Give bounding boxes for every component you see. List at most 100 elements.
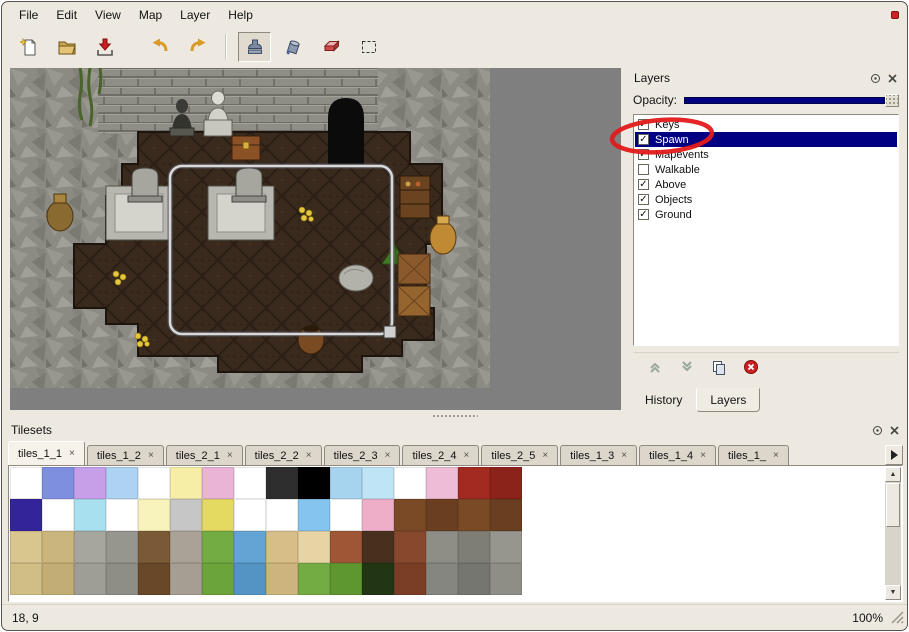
tileset-tab-tiles_1_3[interactable]: tiles_1_3× <box>560 445 637 465</box>
tab-close-icon[interactable]: × <box>621 451 627 461</box>
scrollbar-thumb[interactable] <box>886 483 900 527</box>
tileset-tile[interactable] <box>170 531 202 563</box>
tileset-tile[interactable] <box>74 499 106 531</box>
tileset-tile[interactable] <box>330 499 362 531</box>
opacity-slider-handle[interactable] <box>885 94 899 107</box>
tileset-tile[interactable] <box>202 467 234 499</box>
stamp-tool-button[interactable] <box>238 32 271 62</box>
tileset-tile[interactable] <box>490 467 522 499</box>
tileset-tile[interactable] <box>234 563 266 595</box>
tileset-tile[interactable] <box>74 563 106 595</box>
opacity-slider[interactable] <box>684 93 899 108</box>
layer-visibility-checkbox[interactable]: ✓ <box>638 209 649 220</box>
tab-close-icon[interactable]: × <box>148 451 154 461</box>
tileset-tile[interactable] <box>426 499 458 531</box>
tileset-tile[interactable] <box>362 563 394 595</box>
tileset-scrollbar[interactable]: ▲ ▼ <box>885 467 901 600</box>
tileset-tab-tiles_1_1[interactable]: tiles_1_1× <box>8 441 85 465</box>
selection-resize-handle[interactable] <box>384 326 396 338</box>
tileset-tile[interactable] <box>106 499 138 531</box>
layer-row-keys[interactable]: ✓ Keys <box>635 117 897 132</box>
tab-layers[interactable]: Layers <box>696 388 760 412</box>
raise-layer-button[interactable] <box>645 358 665 376</box>
menu-layer[interactable]: Layer <box>171 4 219 26</box>
tileset-tile[interactable] <box>138 499 170 531</box>
tileset-tile[interactable] <box>74 531 106 563</box>
menu-edit[interactable]: Edit <box>47 4 86 26</box>
tileset-tile[interactable] <box>266 499 298 531</box>
tileset-tile[interactable] <box>106 531 138 563</box>
tileset-tile[interactable] <box>330 467 362 499</box>
tileset-tile[interactable] <box>138 531 170 563</box>
select-tool-button[interactable] <box>352 32 385 62</box>
tileset-tile[interactable] <box>234 467 266 499</box>
tileset-tab-tiles_2_4[interactable]: tiles_2_4× <box>402 445 479 465</box>
tileset-tile[interactable] <box>202 499 234 531</box>
float-panel-icon[interactable] <box>869 72 881 84</box>
tileset-tile[interactable] <box>106 467 138 499</box>
scroll-down-button[interactable]: ▼ <box>885 585 901 600</box>
tileset-view[interactable]: ▲ ▼ <box>8 465 903 602</box>
tileset-tile[interactable] <box>458 531 490 563</box>
lower-layer-button[interactable] <box>677 358 697 376</box>
tileset-tile[interactable] <box>170 563 202 595</box>
tileset-tile[interactable] <box>394 499 426 531</box>
tileset-tile[interactable] <box>202 531 234 563</box>
tileset-tile[interactable] <box>202 563 234 595</box>
layer-visibility-checkbox[interactable] <box>638 164 649 175</box>
layer-row-spawn[interactable]: ✓ Spawn <box>635 132 897 147</box>
resize-grip[interactable] <box>891 611 904 627</box>
tileset-tile[interactable] <box>106 563 138 595</box>
layer-visibility-checkbox[interactable]: ✓ <box>638 134 649 145</box>
tileset-tile[interactable] <box>298 563 330 595</box>
tileset-tile[interactable] <box>42 563 74 595</box>
tileset-tile[interactable] <box>426 563 458 595</box>
layer-row-ground[interactable]: ✓ Ground <box>635 207 897 222</box>
tileset-tile[interactable] <box>298 531 330 563</box>
tab-close-icon[interactable]: × <box>69 449 75 459</box>
tab-close-icon[interactable]: × <box>700 451 706 461</box>
tileset-tab-tiles_2_5[interactable]: tiles_2_5× <box>481 445 558 465</box>
layer-row-above[interactable]: ✓ Above <box>635 177 897 192</box>
close-panel-icon[interactable] <box>888 424 900 436</box>
tab-scroll-right-button[interactable] <box>885 445 903 465</box>
tileset-tile[interactable] <box>266 467 298 499</box>
float-panel-icon[interactable] <box>871 424 883 436</box>
tileset-tab-tiles_1_[interactable]: tiles_1_× <box>718 445 789 465</box>
horizontal-splitter[interactable] <box>6 412 903 420</box>
redo-button[interactable] <box>181 32 214 62</box>
tab-close-icon[interactable]: × <box>227 451 233 461</box>
tileset-tile[interactable] <box>266 531 298 563</box>
tileset-tile[interactable] <box>330 531 362 563</box>
tileset-tile[interactable] <box>426 467 458 499</box>
layer-visibility-checkbox[interactable]: ✓ <box>638 194 649 205</box>
tileset-tile[interactable] <box>10 563 42 595</box>
tileset-tile[interactable] <box>170 467 202 499</box>
menu-help[interactable]: Help <box>219 4 262 26</box>
tileset-tab-tiles_1_2[interactable]: tiles_1_2× <box>87 445 164 465</box>
tileset-tab-tiles_2_3[interactable]: tiles_2_3× <box>324 445 401 465</box>
tileset-tab-tiles_2_1[interactable]: tiles_2_1× <box>166 445 243 465</box>
fill-tool-button[interactable] <box>276 32 309 62</box>
tileset-tile[interactable] <box>234 499 266 531</box>
tileset-tile[interactable] <box>298 467 330 499</box>
tileset-tile[interactable] <box>362 467 394 499</box>
menu-file[interactable]: File <box>10 4 47 26</box>
tab-close-icon[interactable]: × <box>542 451 548 461</box>
tileset-tile[interactable] <box>10 531 42 563</box>
tileset-tile[interactable] <box>42 531 74 563</box>
duplicate-layer-button[interactable] <box>709 358 729 376</box>
menu-view[interactable]: View <box>86 4 130 26</box>
layer-row-objects[interactable]: ✓ Objects <box>635 192 897 207</box>
tileset-tile[interactable] <box>362 531 394 563</box>
tileset-tile[interactable] <box>458 499 490 531</box>
layer-row-walkable[interactable]: Walkable <box>635 162 897 177</box>
layer-visibility-checkbox[interactable]: ✓ <box>638 119 649 130</box>
tileset-tile[interactable] <box>458 563 490 595</box>
tileset-tile[interactable] <box>74 467 106 499</box>
tab-history[interactable]: History <box>631 388 696 412</box>
vertical-splitter[interactable] <box>621 68 629 410</box>
tileset-tab-tiles_2_2[interactable]: tiles_2_2× <box>245 445 322 465</box>
tileset-tile[interactable] <box>138 467 170 499</box>
delete-layer-button[interactable] <box>741 358 761 376</box>
